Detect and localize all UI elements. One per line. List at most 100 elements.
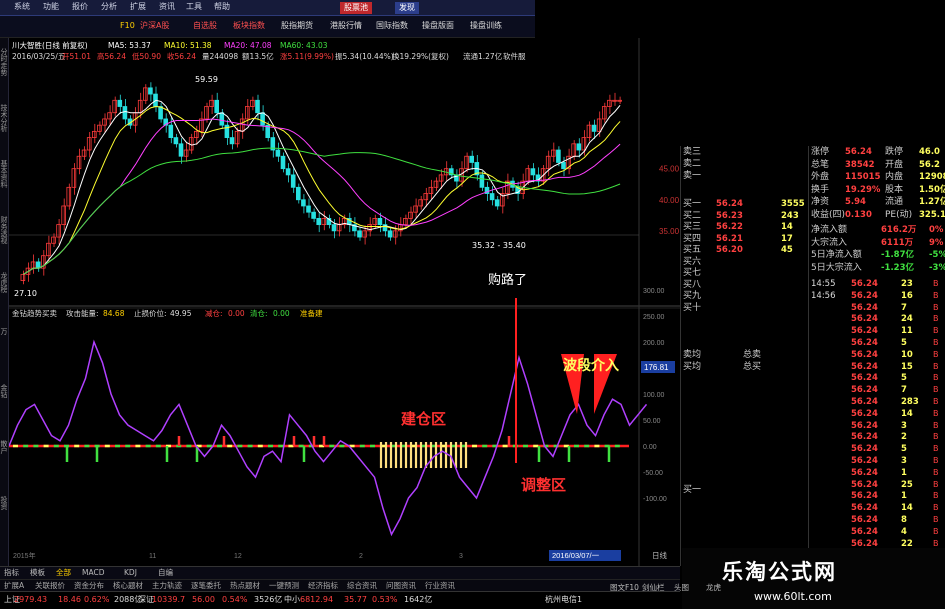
indicator-tick: 0.00 bbox=[643, 444, 657, 451]
toolbar-tab-3[interactable]: 股指期货 bbox=[281, 22, 313, 30]
toolbar-tab-6[interactable]: 操盘版面 bbox=[422, 22, 454, 30]
menu-item-1[interactable]: 功能 bbox=[43, 3, 59, 11]
candle-body bbox=[229, 137, 235, 145]
candle-body bbox=[408, 211, 413, 219]
extension-tab-0[interactable]: 扩展A bbox=[4, 582, 24, 590]
extra-label: 软件服 bbox=[503, 52, 526, 61]
side-label-6[interactable]: 金钻 bbox=[0, 384, 8, 398]
buy-vol-2: 14 bbox=[781, 222, 793, 232]
quote-value-1: 38542 bbox=[845, 159, 875, 170]
menu-item-7[interactable]: 帮助 bbox=[214, 3, 230, 11]
toolbar-tab-4[interactable]: 港股行情 bbox=[330, 22, 362, 30]
side-label-4[interactable]: 龙虎榜 bbox=[0, 272, 8, 293]
kline-chart[interactable]: 45.0040.0035.00 300.00250.00200.00150.00… bbox=[9, 38, 680, 566]
extension-tab-7[interactable]: 一键预测 bbox=[269, 582, 299, 590]
side-label-3[interactable]: 财务透视 bbox=[0, 216, 8, 244]
amp-label: 振5.34(10.44%) bbox=[335, 52, 394, 61]
tick-price-7: 56.24 bbox=[851, 361, 878, 372]
right-bottom-tab-3[interactable]: 龙虎 bbox=[706, 584, 721, 592]
quote-label2-5: PE(动) bbox=[885, 209, 913, 220]
change-label: 涨5.11(9.99%) bbox=[280, 52, 334, 61]
annotation-high: 59.59 bbox=[195, 75, 218, 84]
tick-vol-0: 23 bbox=[901, 279, 913, 289]
extension-tab-11[interactable]: 行业资讯 bbox=[425, 582, 455, 590]
candle-body bbox=[285, 168, 291, 176]
candle-body bbox=[423, 193, 429, 201]
flow-label-1: 大宗流入 bbox=[811, 237, 848, 248]
candle-body bbox=[316, 218, 321, 226]
right-bottom-tab-2[interactable]: 头图 bbox=[674, 584, 689, 592]
flow-value-3: -1.23亿 bbox=[881, 262, 914, 273]
candle-body bbox=[92, 130, 97, 138]
date-flag: 2016/03/07/一 bbox=[552, 551, 600, 560]
buy-label-1: 买二 bbox=[683, 210, 702, 221]
menu-item-2[interactable]: 报价 bbox=[72, 3, 88, 11]
moving-averages bbox=[23, 99, 621, 275]
reduce-label: 减仓: bbox=[205, 309, 223, 318]
candle-body bbox=[204, 106, 209, 120]
extension-tab-9[interactable]: 综合资讯 bbox=[347, 582, 377, 590]
extension-tab-10[interactable]: 问图资讯 bbox=[386, 582, 416, 590]
menu-item-4[interactable]: 扩展 bbox=[130, 3, 146, 11]
buy-vol-0: 3555 bbox=[781, 199, 805, 209]
candle-body bbox=[438, 174, 444, 182]
right-bottom-tab-0[interactable]: 图文F10 bbox=[610, 584, 639, 592]
menu-item-3[interactable]: 分析 bbox=[101, 3, 117, 11]
indicator-tab-4[interactable]: KDJ bbox=[124, 569, 137, 577]
toolbar-tab-1[interactable]: 自选股 bbox=[193, 22, 217, 30]
menu-item-0[interactable]: 系统 bbox=[14, 3, 30, 11]
candle-body bbox=[494, 199, 500, 207]
indicator-tab-3[interactable]: MACD bbox=[82, 569, 104, 577]
tick-flag-4: B bbox=[933, 326, 939, 336]
tick-price-9: 56.24 bbox=[851, 385, 878, 396]
discover-badge[interactable]: 发现 bbox=[395, 2, 419, 14]
side-label-8[interactable]: 投资 bbox=[0, 496, 8, 510]
status-server: 杭州电信1 bbox=[545, 595, 583, 604]
tick-price-2: 56.24 bbox=[851, 302, 878, 313]
side-label-0[interactable]: 分时走势 bbox=[0, 48, 8, 76]
tab-daily[interactable]: 日线 bbox=[652, 550, 667, 560]
extension-tab-6[interactable]: 热点题材 bbox=[230, 582, 260, 590]
tick-flag-7: B bbox=[933, 361, 939, 371]
indicator-tab-0[interactable]: 指标 bbox=[4, 569, 19, 577]
indicator-tab-1[interactable]: 模板 bbox=[30, 569, 45, 577]
candle-body bbox=[336, 224, 342, 232]
side-label-5[interactable]: 万 bbox=[0, 328, 8, 335]
ma20-label: MA20: 47.08 bbox=[224, 41, 272, 50]
side-label-7[interactable]: 散户 bbox=[0, 440, 8, 454]
tick-flag-0: B bbox=[933, 279, 939, 288]
quote-value2-5: 325.1 bbox=[919, 209, 945, 220]
tick-flag-5: B bbox=[933, 338, 939, 347]
sell-label-1: 卖二 bbox=[683, 159, 702, 169]
candle-body bbox=[392, 230, 398, 238]
indicator-tab-2[interactable]: 全部 bbox=[56, 569, 71, 577]
quote-panel: 涨停 56.24 跌停 46.0 总笔 38542 开盘 56.2 外盘 115015 内盘 1290… bbox=[808, 146, 945, 566]
menu-item-5[interactable]: 资讯 bbox=[159, 3, 175, 11]
extension-tab-1[interactable]: 关联报价 bbox=[35, 582, 65, 590]
f10-button[interactable]: F10 bbox=[120, 22, 135, 30]
tick-vol-13: 2 bbox=[901, 432, 907, 443]
right-bottom-tab-1[interactable]: 剑仙栏 bbox=[642, 584, 665, 592]
quote-value2-4: 1.27亿 bbox=[919, 197, 945, 207]
quote-label-0: 涨停 bbox=[811, 147, 830, 157]
side-label-1[interactable]: 技术分析 bbox=[0, 104, 8, 132]
tick-flag-15: B bbox=[933, 456, 939, 465]
candle-body bbox=[102, 118, 107, 126]
extension-tab-3[interactable]: 核心题材 bbox=[113, 582, 143, 590]
extension-tab-5[interactable]: 逐笔委托 bbox=[191, 582, 221, 590]
side-label-2[interactable]: 基本资料 bbox=[0, 160, 8, 188]
toolbar-tab-5[interactable]: 国际指数 bbox=[376, 22, 408, 30]
toolbar-tab-7[interactable]: 操盘训练 bbox=[470, 22, 502, 30]
candle-body bbox=[234, 130, 240, 145]
candle-body bbox=[219, 112, 225, 126]
tick-vol-21: 4 bbox=[901, 526, 907, 537]
tick-price-12: 56.24 bbox=[851, 420, 878, 431]
brand-badge[interactable]: 股票池 bbox=[340, 2, 372, 14]
extension-tab-4[interactable]: 主力轨迹 bbox=[152, 582, 182, 590]
extension-tab-2[interactable]: 资金分布 bbox=[74, 582, 104, 590]
menu-item-6[interactable]: 工具 bbox=[186, 3, 202, 11]
extension-tab-8[interactable]: 经济指标 bbox=[308, 582, 338, 590]
toolbar-tab-2[interactable]: 板块指数 bbox=[233, 22, 265, 30]
indicator-tab-5[interactable]: 自编 bbox=[158, 569, 173, 577]
toolbar-tab-0[interactable]: 沪深A股 bbox=[140, 22, 169, 30]
